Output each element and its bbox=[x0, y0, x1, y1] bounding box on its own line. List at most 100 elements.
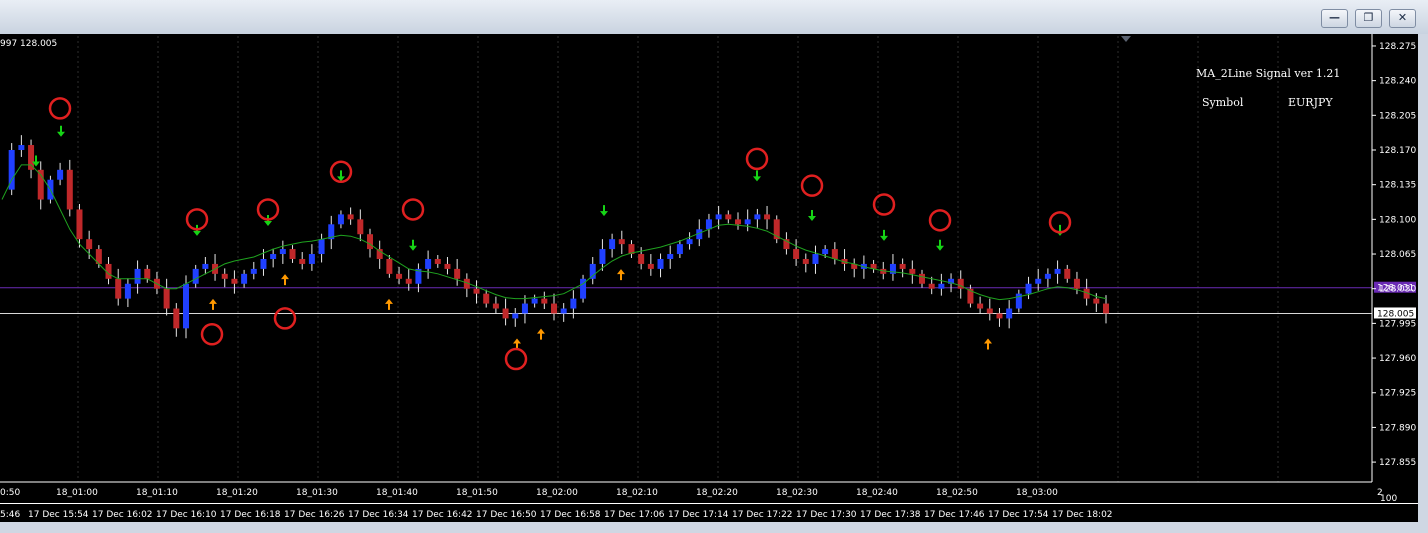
bear-candle bbox=[928, 283, 935, 289]
bull-candle bbox=[754, 214, 761, 220]
bull-candle bbox=[531, 298, 538, 304]
bear-candle bbox=[502, 308, 509, 319]
bull-candle bbox=[1035, 278, 1042, 284]
price-axis: 128.275 128.240 128.205 128.170 128.135 128.1… bbox=[1371, 34, 1416, 482]
date-axis-bar: 5:46 17 Dec 15:54 17 Dec 16:02 17 Dec 16:10… bbox=[0, 503, 1418, 523]
date-tick-label: 17 Dec 17:46 bbox=[924, 510, 985, 520]
date-tick-label: 5:46 bbox=[0, 510, 20, 520]
price-tick-label: 128.100 bbox=[1379, 215, 1416, 225]
price-tick-label: 127.855 bbox=[1379, 458, 1416, 468]
bull-candle bbox=[308, 254, 315, 264]
price-tick-label: 127.995 bbox=[1379, 319, 1416, 329]
sell-arrow-icon bbox=[57, 125, 65, 137]
signal-circle bbox=[401, 198, 425, 221]
bear-candle bbox=[405, 278, 412, 284]
sell-arrow-icon bbox=[337, 170, 345, 182]
bear-candle bbox=[144, 268, 151, 279]
bear-candle bbox=[1064, 268, 1071, 279]
bull-candle bbox=[192, 268, 199, 284]
price-tick-label: 128.205 bbox=[1379, 111, 1416, 121]
buy-arrow-icon bbox=[513, 338, 521, 350]
bear-candle bbox=[725, 214, 732, 220]
bear-candle bbox=[909, 268, 916, 274]
bull-candle bbox=[822, 249, 829, 255]
bull-candle bbox=[657, 258, 664, 269]
signal-circle bbox=[48, 97, 72, 120]
date-tick-label: 17 Dec 16:26 bbox=[284, 510, 345, 520]
bear-candle bbox=[764, 214, 771, 220]
sell-arrow-icon bbox=[600, 205, 608, 217]
date-tick-label: 17 Dec 17:54 bbox=[988, 510, 1049, 520]
bull-candle bbox=[512, 313, 519, 319]
bear-candle bbox=[76, 209, 83, 240]
chart-canvas[interactable]: 128.031128.005 128.275128.240128.205128.… bbox=[0, 34, 1418, 520]
bear-candle bbox=[618, 239, 625, 245]
bear-candle bbox=[551, 303, 557, 314]
bear-candle bbox=[221, 273, 228, 279]
bear-candle bbox=[802, 258, 809, 264]
price-tick-label: 128.135 bbox=[1379, 181, 1416, 191]
date-tick-label: 17 Dec 16:50 bbox=[476, 510, 537, 520]
sell-arrow-icon bbox=[1056, 224, 1064, 236]
time-tick-label: 18_01:20 bbox=[216, 488, 258, 498]
bear-candle bbox=[396, 273, 403, 279]
current-price-label: 128.005 bbox=[1377, 309, 1414, 319]
bear-candle bbox=[28, 145, 35, 170]
bull-candle bbox=[744, 219, 751, 225]
moving-average bbox=[1, 164, 1107, 301]
price-chart[interactable]: 128.031 128.005 128.275 128.240 128.205 128.… bbox=[0, 34, 1418, 520]
bear-candle bbox=[647, 263, 654, 269]
buy-arrow-icon bbox=[617, 269, 625, 281]
bull-candle bbox=[667, 254, 674, 259]
price-tick-label: 128.170 bbox=[1379, 146, 1416, 156]
sell-arrow-icon bbox=[808, 210, 816, 222]
bear-candle bbox=[1103, 303, 1109, 314]
bull-candle bbox=[279, 249, 286, 255]
price-tick-label: 127.890 bbox=[1379, 423, 1416, 433]
buy-arrow-icon bbox=[984, 338, 992, 350]
sell-arrow-icon bbox=[409, 239, 417, 251]
bear-candle bbox=[1073, 278, 1080, 289]
signal-circle bbox=[800, 174, 824, 197]
bear-candle bbox=[434, 258, 441, 264]
restore-button[interactable]: ❐ bbox=[1355, 9, 1382, 28]
bull-candle bbox=[570, 298, 577, 309]
signal-circle bbox=[928, 209, 952, 232]
bull-candle bbox=[609, 239, 616, 250]
vertical-grid bbox=[77, 36, 1279, 482]
symbol-label: Symbol bbox=[1202, 96, 1244, 109]
buy-arrow-icon bbox=[537, 328, 545, 340]
bull-candle bbox=[599, 249, 606, 264]
date-tick-label: 17 Dec 17:14 bbox=[668, 510, 729, 520]
bull-candle bbox=[589, 263, 596, 279]
time-tick-label: 18_02:50 bbox=[936, 488, 978, 498]
shift-marker-icon[interactable] bbox=[1121, 36, 1131, 42]
date-tick-label: 17 Dec 17:30 bbox=[796, 510, 857, 520]
signal-circles bbox=[48, 97, 1072, 371]
date-tick-label: 17 Dec 17:38 bbox=[860, 510, 921, 520]
minimize-button[interactable]: — bbox=[1321, 9, 1348, 28]
bull-candle bbox=[134, 268, 141, 284]
close-button[interactable]: ✕ bbox=[1389, 9, 1416, 28]
date-tick-label: 17 Dec 16:18 bbox=[220, 510, 281, 520]
time-tick-label: 18_01:30 bbox=[296, 488, 338, 498]
bear-candle bbox=[793, 249, 800, 259]
bear-candle bbox=[919, 273, 925, 284]
close-icon: ✕ bbox=[1397, 11, 1408, 24]
window-titlebar: — ❐ ✕ bbox=[0, 0, 1428, 34]
bull-candle bbox=[425, 258, 432, 269]
date-tick-label: 17 Dec 16:42 bbox=[412, 510, 473, 520]
bear-candle bbox=[357, 219, 364, 235]
signal-circle bbox=[745, 147, 769, 171]
sell-arrow-icon bbox=[880, 229, 888, 241]
bull-candle bbox=[812, 254, 819, 264]
time-tick-label: 18_02:40 bbox=[856, 488, 898, 498]
time-tick-label: 18_01:40 bbox=[376, 488, 418, 498]
bull-candle bbox=[715, 214, 722, 220]
bear-candle bbox=[115, 278, 122, 299]
bull-candle bbox=[250, 268, 257, 274]
bear-candle bbox=[1093, 298, 1100, 304]
bear-candle bbox=[735, 219, 741, 225]
time-tick-label: 18_01:50 bbox=[456, 488, 498, 498]
bull-candle bbox=[1025, 283, 1032, 294]
